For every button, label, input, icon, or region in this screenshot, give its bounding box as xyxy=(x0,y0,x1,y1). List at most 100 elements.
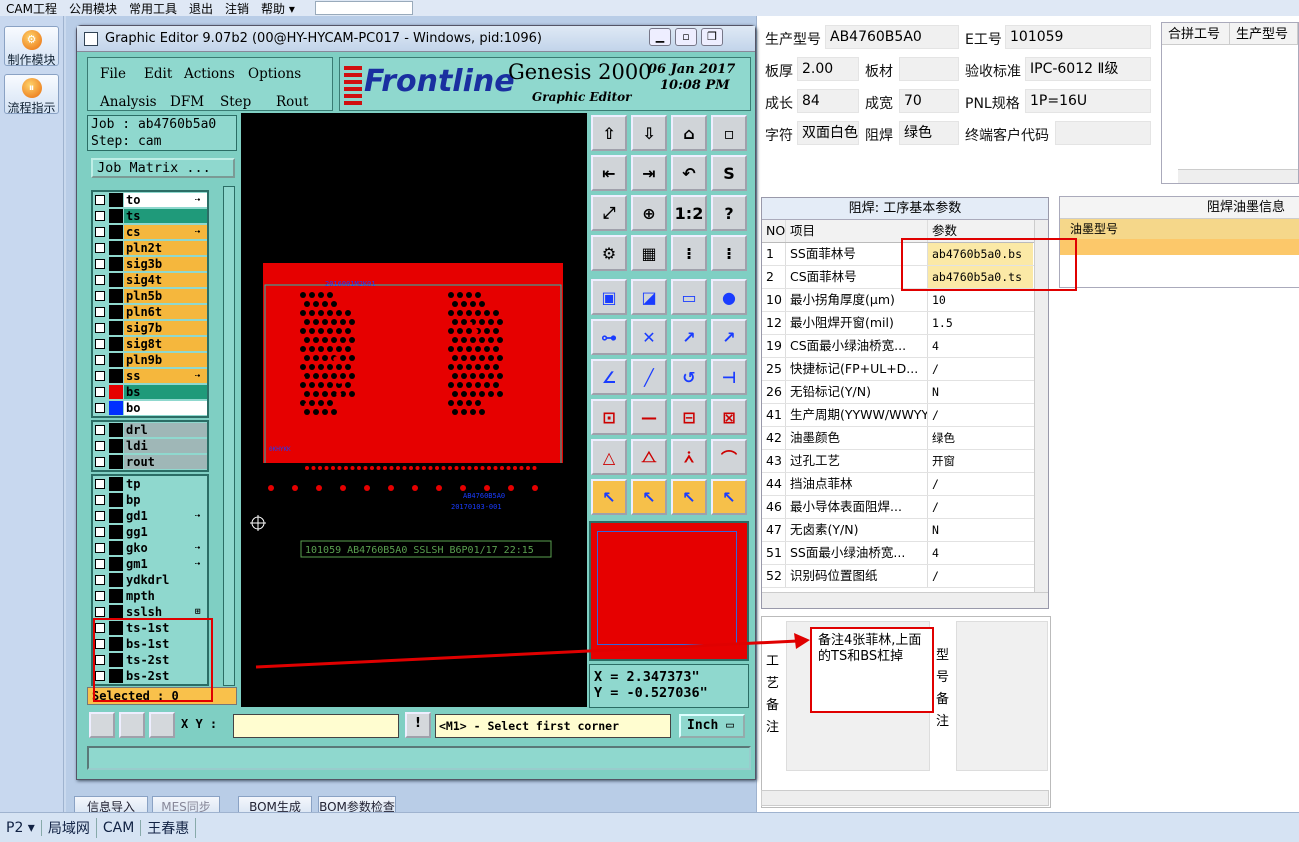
tool-button[interactable]: ⊠ xyxy=(711,399,747,435)
tool-button[interactable]: ↖ xyxy=(631,479,667,515)
layer-checkbox[interactable] xyxy=(95,291,105,301)
layer-checkbox[interactable] xyxy=(95,511,105,521)
tool-button[interactable]: ⁝ xyxy=(671,235,707,271)
tool-button[interactable]: ⇥ xyxy=(631,155,667,191)
layer-row[interactable]: sig8t xyxy=(93,336,207,352)
layer-checkbox[interactable] xyxy=(95,479,105,489)
grid-hscroll[interactable] xyxy=(762,592,1048,608)
layer-checkbox[interactable] xyxy=(95,495,105,505)
nav-make-module-button[interactable]: ⚙ 制作模块 xyxy=(4,26,59,66)
tool-button[interactable]: ∠ xyxy=(591,359,627,395)
tool-button[interactable]: ╱ xyxy=(631,359,667,395)
layer-row[interactable]: rout xyxy=(93,454,207,470)
layer-scrollbar[interactable] xyxy=(223,186,235,686)
layer-checkbox[interactable] xyxy=(95,425,105,435)
layer-row[interactable]: cs ⇢ xyxy=(93,224,207,240)
layer-checkbox[interactable] xyxy=(95,441,105,451)
layer-checkbox[interactable] xyxy=(95,403,105,413)
zoom-fit-icon[interactable] xyxy=(89,712,115,738)
field-standard[interactable]: IPC-6012 Ⅱ级 xyxy=(1025,57,1151,81)
layer-row[interactable]: pln5b xyxy=(93,288,207,304)
field-customer-code[interactable] xyxy=(1055,121,1151,145)
table-row[interactable]: 43 过孔工艺 开窗 xyxy=(762,450,1048,473)
layer-checkbox[interactable] xyxy=(95,543,105,553)
layer-row[interactable]: pln6t xyxy=(93,304,207,320)
tool-button[interactable]: ● xyxy=(711,279,747,315)
layer-row[interactable]: sig3b xyxy=(93,256,207,272)
layer-row[interactable]: sig4t xyxy=(93,272,207,288)
table-row[interactable]: 51 SS面最小绿油桥宽... 4 xyxy=(762,542,1048,565)
grid-snap-icon[interactable] xyxy=(149,712,175,738)
menu-edit[interactable]: Edit xyxy=(144,66,172,82)
graphic-canvas[interactable]: 2016001M2K01 AB4760B5A0 20170103-001 0KH… xyxy=(241,113,587,707)
layer-checkbox[interactable] xyxy=(95,591,105,601)
layer-row[interactable]: ts xyxy=(93,208,207,224)
alert-icon[interactable]: ! xyxy=(405,712,431,738)
table-row[interactable]: 52 识别码位置图纸 / xyxy=(762,565,1048,588)
tool-button[interactable]: ⧍ xyxy=(631,439,667,475)
tool-button[interactable]: ✕ xyxy=(631,319,667,355)
table-row[interactable]: 12 最小阻焊开窗(mil) 1.5 xyxy=(762,312,1048,335)
tool-button[interactable]: ⇩ xyxy=(631,115,667,151)
field-e-number[interactable]: 101059 xyxy=(1005,25,1151,49)
layer-checkbox[interactable] xyxy=(95,387,105,397)
layer-row[interactable]: ldi xyxy=(93,438,207,454)
layer-row[interactable]: to ⇢ xyxy=(93,192,207,208)
tool-button[interactable]: ⇧ xyxy=(591,115,627,151)
tool-button[interactable]: ⇤ xyxy=(591,155,627,191)
menu-common-tools[interactable]: 常用工具 xyxy=(123,0,183,17)
tool-button[interactable]: ↗ xyxy=(711,319,747,355)
tool-button[interactable]: ↺ xyxy=(671,359,707,395)
menu-analysis[interactable]: Analysis xyxy=(100,94,157,110)
remarks-hscroll[interactable] xyxy=(761,790,1049,806)
maximize-icon[interactable]: ▫ xyxy=(675,28,697,46)
menu-step[interactable]: Step xyxy=(220,94,251,110)
tool-button[interactable]: ⊟ xyxy=(671,399,707,435)
tool-button[interactable]: S xyxy=(711,155,747,191)
tool-button[interactable]: ◪ xyxy=(631,279,667,315)
layer-checkbox[interactable] xyxy=(95,195,105,205)
layer-checkbox[interactable] xyxy=(95,527,105,537)
layer-checkbox[interactable] xyxy=(95,275,105,285)
tool-button[interactable]: ⚙ xyxy=(591,235,627,271)
table-row[interactable]: 19 CS面最小绿油桥宽... 4 xyxy=(762,335,1048,358)
layer-row[interactable]: pln2t xyxy=(93,240,207,256)
tool-button[interactable]: — xyxy=(631,399,667,435)
field-pnl[interactable]: 1P=16U xyxy=(1025,89,1151,113)
table-row[interactable]: 10 最小拐角厚度(μm) 10 xyxy=(762,289,1048,312)
merge-grid[interactable]: 合拼工号 生产型号 xyxy=(1161,22,1299,184)
layer-row[interactable]: bp xyxy=(93,492,207,508)
layer-checkbox[interactable] xyxy=(95,457,105,467)
menu-public-module[interactable]: 公用模块 xyxy=(63,0,123,17)
field-width[interactable]: 70 xyxy=(899,89,959,113)
tool-button[interactable]: ▭ xyxy=(671,279,707,315)
restore-icon[interactable]: ❐ xyxy=(701,28,723,46)
tool-button[interactable]: ⁝ xyxy=(711,235,747,271)
layer-row[interactable]: gko ⇢ xyxy=(93,540,207,556)
menu-dropdown-box[interactable] xyxy=(315,1,413,15)
nav-flow-button[interactable]: ⏸ 流程指示 xyxy=(4,74,59,114)
tool-button[interactable]: ↖ xyxy=(711,479,747,515)
field-silkscreen[interactable]: 双面白色 xyxy=(797,121,859,145)
field-model[interactable]: AB4760B5A0 xyxy=(825,25,959,49)
tool-button[interactable]: ▣ xyxy=(591,279,627,315)
tool-button[interactable]: ⊣ xyxy=(711,359,747,395)
layer-row[interactable]: mpth xyxy=(93,588,207,604)
layer-checkbox[interactable] xyxy=(95,323,105,333)
tool-button[interactable]: 1:2 xyxy=(671,195,707,231)
layer-checkbox[interactable] xyxy=(95,575,105,585)
menu-help[interactable]: 帮助 ▾ xyxy=(255,0,301,17)
layer-row[interactable]: gg1 xyxy=(93,524,207,540)
table-row[interactable]: 25 快捷标记(FP+UL+D... / xyxy=(762,358,1048,381)
layer-checkbox[interactable] xyxy=(95,559,105,569)
tool-button[interactable]: ⌒ xyxy=(711,439,747,475)
field-thickness[interactable]: 2.00 xyxy=(797,57,859,81)
field-soldermask[interactable]: 绿色 xyxy=(899,121,959,145)
layer-row[interactable]: ydkdrl xyxy=(93,572,207,588)
layer-checkbox[interactable] xyxy=(95,307,105,317)
field-material[interactable] xyxy=(899,57,959,81)
tool-button[interactable]: ↗ xyxy=(671,319,707,355)
table-row[interactable]: 47 无卤素(Y/N) N xyxy=(762,519,1048,542)
field-length[interactable]: 84 xyxy=(797,89,859,113)
layer-checkbox[interactable] xyxy=(95,259,105,269)
